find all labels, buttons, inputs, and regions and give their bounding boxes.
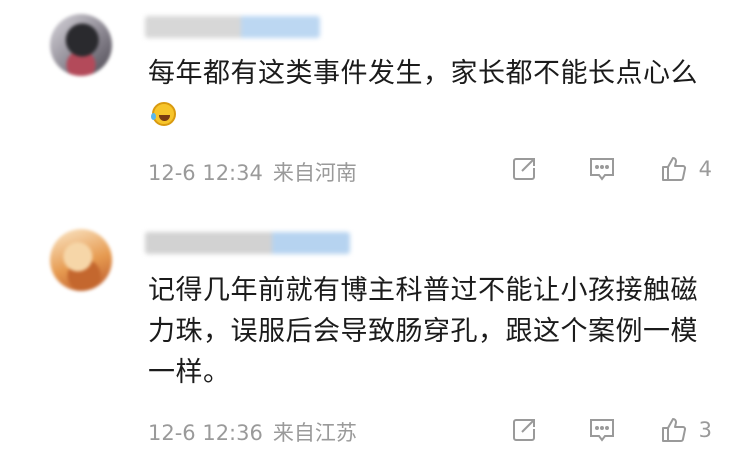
comment-actions: 3 xyxy=(509,415,712,445)
like-icon xyxy=(661,418,686,442)
comment-location: 来自河南 xyxy=(272,161,357,185)
like-count: 3 xyxy=(698,418,712,442)
comment-actions: 4 xyxy=(509,154,712,184)
share-icon xyxy=(512,158,535,180)
like-icon xyxy=(661,157,686,181)
comment-text: 每年都有这类事件发生，家长都不能长点心么 xyxy=(148,53,712,135)
comment-location: 来自江苏 xyxy=(272,421,357,445)
username-blurred[interactable] xyxy=(145,16,320,38)
comment-date: 12-6 12:36 xyxy=(148,421,263,445)
share-icon xyxy=(512,419,535,441)
reply-icon xyxy=(589,158,614,181)
comment-item: 记得几年前就有博主科普过不能让小孩接触磁力珠，误服后会导致肠穿孔，跟这个案例一模… xyxy=(0,215,750,470)
comment-date: 12-6 12:34 xyxy=(148,161,263,185)
comment-meta: 12-6 12:36 来自江苏 xyxy=(148,417,357,447)
like-button[interactable]: 3 xyxy=(659,415,712,445)
avatar[interactable] xyxy=(50,14,112,76)
laugh-cry-emoji-icon xyxy=(151,102,176,126)
comment-text: 记得几年前就有博主科普过不能让小孩接触磁力珠，误服后会导致肠穿孔，跟这个案例一模… xyxy=(148,275,698,388)
comment-item: 每年都有这类事件发生，家长都不能长点心么 12-6 12:34 来自河南 4 xyxy=(0,0,750,205)
like-button[interactable]: 4 xyxy=(659,154,712,184)
username-blurred[interactable] xyxy=(145,232,350,254)
reply-icon xyxy=(589,419,614,442)
share-button[interactable] xyxy=(509,154,539,184)
avatar[interactable] xyxy=(50,229,112,291)
reply-button[interactable] xyxy=(587,415,617,445)
comment-meta: 12-6 12:34 来自河南 xyxy=(148,157,357,187)
like-count: 4 xyxy=(698,157,712,181)
reply-button[interactable] xyxy=(587,154,617,184)
share-button[interactable] xyxy=(509,415,539,445)
